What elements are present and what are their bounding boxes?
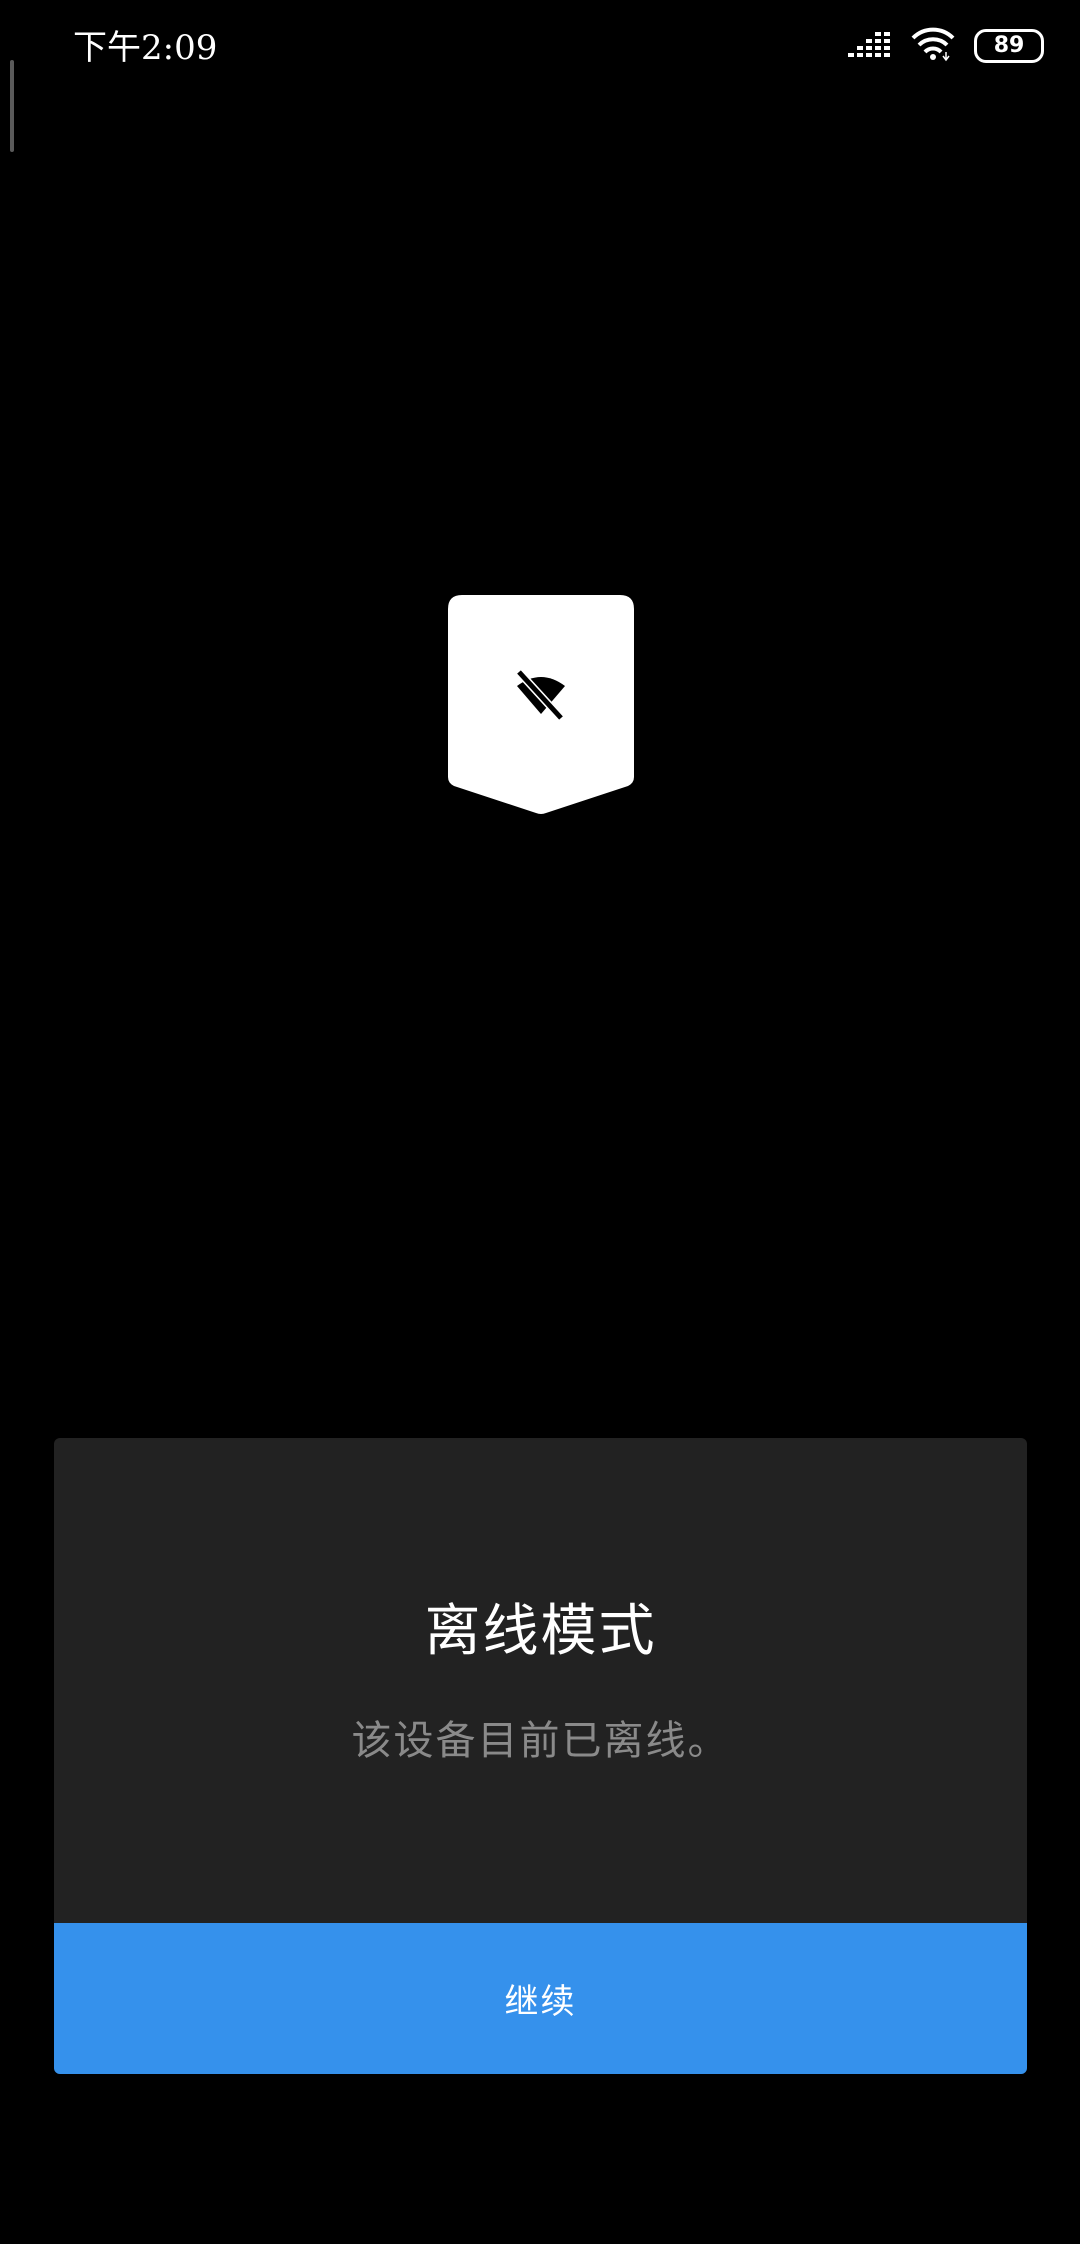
wifi-icon [910,26,956,66]
wifi-off-icon [509,666,573,722]
battery-level: 89 [991,33,1027,58]
dialog-title: 离线模式 [424,1599,657,1664]
status-time: 下午2:09 [73,28,218,68]
status-icons: 89 [848,26,1044,66]
offline-badge [448,595,634,815]
signal-bars-icon [848,27,892,65]
battery-indicator: 89 [974,29,1044,63]
status-bar: 下午2:09 89 [0,0,1080,90]
edge-handle [10,60,14,152]
dialog-message: 该设备目前已离线。 [351,1718,730,1764]
offline-dialog: 离线模式 该设备目前已离线。 继续 [54,1438,1027,2074]
continue-button[interactable]: 继续 [54,1923,1027,2074]
